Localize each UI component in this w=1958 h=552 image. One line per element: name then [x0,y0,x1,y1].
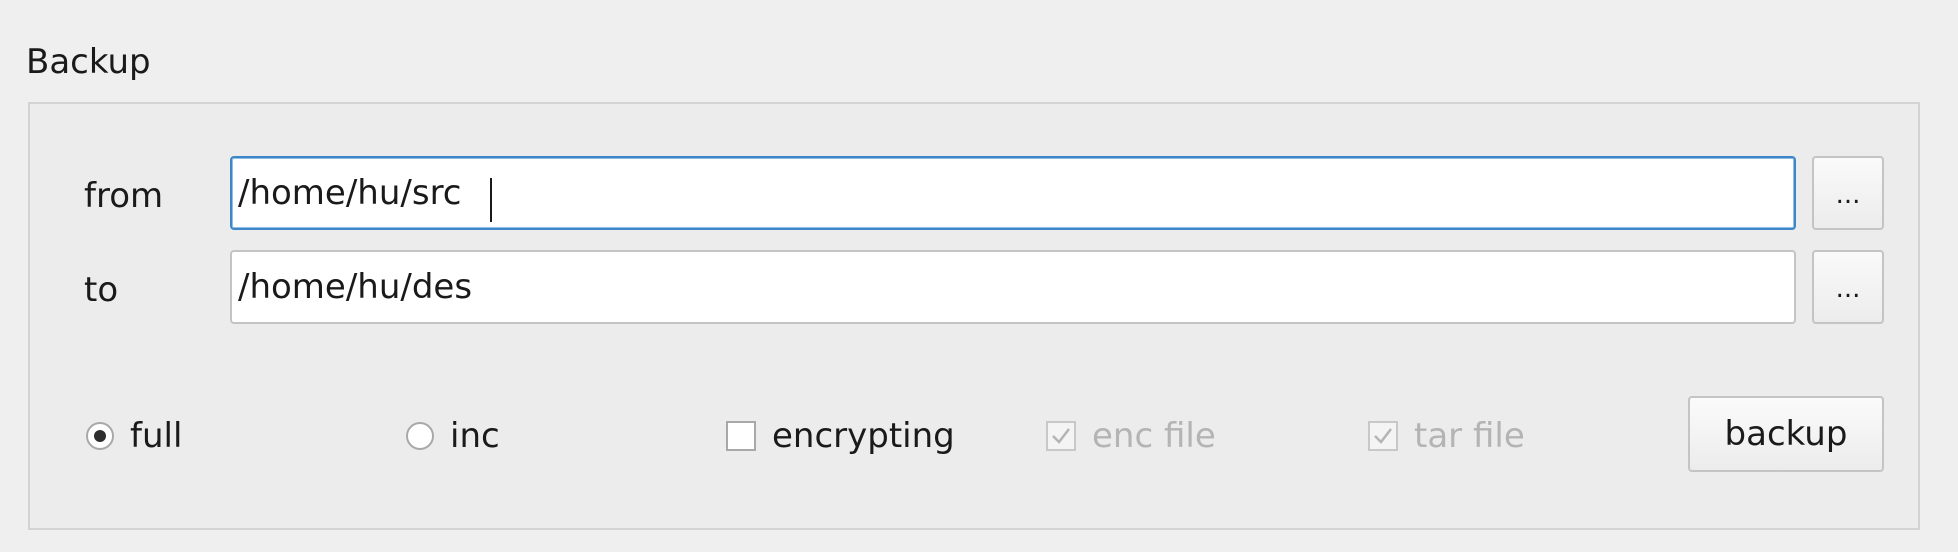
enc-file-checkbox: enc file [1046,414,1216,458]
checkmark-icon [1046,421,1076,451]
tar-file-checkbox: tar file [1368,414,1525,458]
radio-selected-icon[interactable] [86,422,114,450]
encrypting-checkbox-label: encrypting [772,416,955,456]
full-radio[interactable]: full [86,414,182,458]
checkmark-icon [1368,421,1398,451]
from-browse-button[interactable]: ... [1812,156,1884,230]
backup-button[interactable]: backup [1688,396,1884,472]
encrypting-checkbox[interactable]: encrypting [726,414,955,458]
inc-radio[interactable]: inc [406,414,500,458]
group-title: Backup [26,42,151,82]
enc-file-checkbox-label: enc file [1092,416,1216,456]
checkbox-unchecked-icon[interactable] [726,421,756,451]
tar-file-checkbox-label: tar file [1414,416,1525,456]
text-cursor [490,178,492,222]
to-browse-button[interactable]: ... [1812,250,1884,324]
to-label: to [84,270,119,310]
from-path-input[interactable] [230,156,1796,230]
backup-window: Backup from ... to ... full inc encrypti… [0,0,1958,552]
full-radio-label: full [130,416,183,456]
inc-radio-label: inc [450,416,500,456]
from-label: from [84,176,164,216]
to-path-input[interactable] [230,250,1796,324]
radio-unselected-icon[interactable] [406,422,434,450]
